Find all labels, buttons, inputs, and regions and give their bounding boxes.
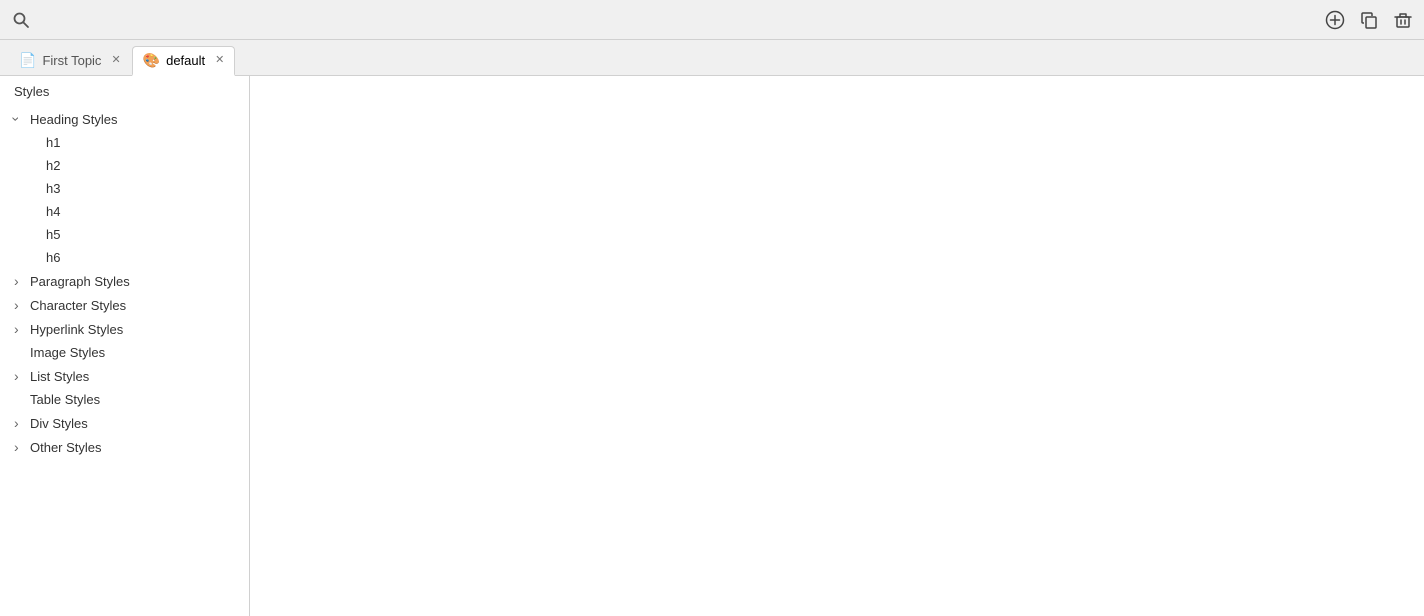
list-styles-chevron	[14, 368, 30, 384]
default-close[interactable]: ✕	[215, 55, 224, 66]
sidebar-child-h5[interactable]: h5	[0, 223, 249, 246]
div-styles-label: Div Styles	[30, 416, 235, 431]
sidebar-item-character-styles[interactable]: Character Styles	[0, 293, 249, 317]
first-topic-label: First Topic	[42, 53, 101, 68]
toolbar	[0, 0, 1424, 40]
toolbar-center	[1324, 9, 1414, 31]
h3-label: h3	[46, 181, 60, 196]
content-area	[250, 76, 1424, 616]
other-styles-chevron	[14, 439, 30, 455]
default-icon: 🎨	[143, 52, 160, 69]
default-label: default	[166, 53, 205, 68]
div-styles-chevron	[14, 415, 30, 431]
sidebar-item-hyperlink-styles[interactable]: Hyperlink Styles	[0, 317, 249, 341]
h1-label: h1	[46, 135, 60, 150]
sidebar: Styles Heading Styles h1 h2 h3 h4 h5 h6 …	[0, 76, 250, 616]
other-styles-label: Other Styles	[30, 440, 235, 455]
sidebar-item-other-styles[interactable]: Other Styles	[0, 435, 249, 459]
paragraph-styles-chevron	[14, 273, 30, 289]
character-styles-chevron	[14, 297, 30, 313]
sidebar-item-image-styles[interactable]: Image Styles	[0, 341, 249, 364]
sidebar-child-h4[interactable]: h4	[0, 200, 249, 223]
sidebar-child-h1[interactable]: h1	[0, 131, 249, 154]
first-topic-icon: 📄	[19, 52, 36, 69]
toolbar-left	[10, 9, 32, 31]
sidebar-item-heading-styles[interactable]: Heading Styles	[0, 107, 249, 131]
h4-label: h4	[46, 204, 60, 219]
image-styles-label: Image Styles	[30, 345, 235, 360]
character-styles-label: Character Styles	[30, 298, 235, 313]
main-layout: Styles Heading Styles h1 h2 h3 h4 h5 h6 …	[0, 76, 1424, 616]
sidebar-header: Styles	[0, 76, 249, 107]
tab-default[interactable]: 🎨 default ✕	[132, 46, 236, 76]
sidebar-item-table-styles[interactable]: Table Styles	[0, 388, 249, 411]
tab-first-topic[interactable]: 📄 First Topic ✕	[8, 45, 132, 75]
list-styles-label: List Styles	[30, 369, 235, 384]
heading-styles-label: Heading Styles	[30, 112, 235, 127]
table-styles-label: Table Styles	[30, 392, 235, 407]
copy-icon[interactable]	[1358, 9, 1380, 31]
add-icon[interactable]	[1324, 9, 1346, 31]
sidebar-item-paragraph-styles[interactable]: Paragraph Styles	[0, 269, 249, 293]
delete-icon[interactable]	[1392, 9, 1414, 31]
h2-label: h2	[46, 158, 60, 173]
hyperlink-styles-label: Hyperlink Styles	[30, 322, 235, 337]
search-icon[interactable]	[10, 9, 32, 31]
sidebar-child-h3[interactable]: h3	[0, 177, 249, 200]
sidebar-item-div-styles[interactable]: Div Styles	[0, 411, 249, 435]
sidebar-child-h6[interactable]: h6	[0, 246, 249, 269]
h6-label: h6	[46, 250, 60, 265]
sidebar-item-list-styles[interactable]: List Styles	[0, 364, 249, 388]
hyperlink-styles-chevron	[14, 321, 30, 337]
h5-label: h5	[46, 227, 60, 242]
heading-styles-chevron	[14, 111, 30, 127]
sidebar-child-h2[interactable]: h2	[0, 154, 249, 177]
paragraph-styles-label: Paragraph Styles	[30, 274, 235, 289]
tab-bar: 📄 First Topic ✕ 🎨 default ✕	[0, 40, 1424, 76]
first-topic-close[interactable]: ✕	[111, 55, 120, 66]
